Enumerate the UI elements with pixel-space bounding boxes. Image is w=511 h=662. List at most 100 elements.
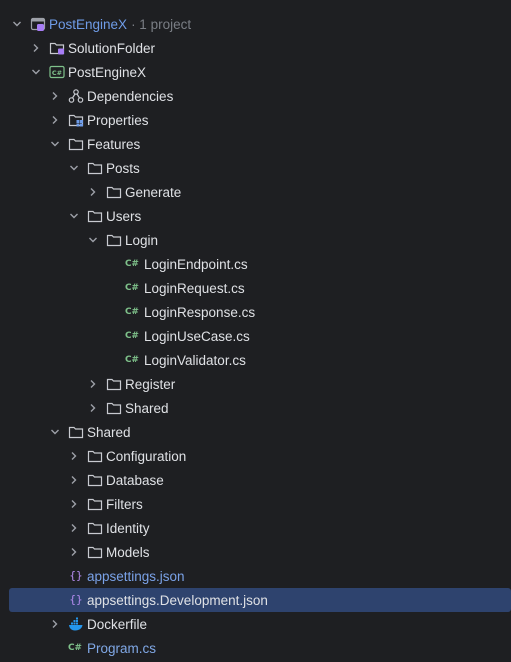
tree-row-appsettings[interactable]: {} appsettings.json [0,564,511,588]
folder-icon [87,450,103,463]
tree-row-register[interactable]: Register [0,372,511,396]
tree-item-label: Shared [125,400,169,416]
folder-icon [106,402,122,415]
tree-row-file[interactable]: C# LoginEndpoint.cs [0,252,511,276]
chevron-down-icon[interactable] [30,66,42,78]
json-file-icon: {} [69,593,83,606]
solution-explorer-tree: PostEngineX · 1 project SolutionFolder C… [0,0,511,662]
tree-item-label: Shared [87,424,131,440]
chevron-down-icon[interactable] [68,162,80,174]
tree-item-label: Program.cs [87,640,157,656]
tree-item-label: Filters [106,496,143,512]
tree-item-label: Properties [87,112,149,128]
solution-folder-icon [49,42,65,55]
tree-row-users-shared[interactable]: Shared [0,396,511,420]
svg-text:C#: C# [52,69,62,77]
chevron-down-icon[interactable] [49,426,61,438]
tree-item-label: Posts [106,160,140,176]
folder-icon [106,378,122,391]
tree-row-appsettings-development[interactable]: {} appsettings.Development.json [9,588,511,612]
chevron-down-icon[interactable] [68,210,80,222]
tree-row-login[interactable]: Login [0,228,511,252]
tree-row-file[interactable]: C# LoginValidator.cs [0,348,511,372]
chevron-right-icon[interactable] [49,618,61,630]
chevron-right-icon[interactable] [87,378,99,390]
tree-row-program[interactable]: C# Program.cs [0,636,511,660]
chevron-right-icon[interactable] [68,474,80,486]
tree-row-models[interactable]: Models [0,540,511,564]
folder-icon [87,474,103,487]
csharp-file-icon: C# [68,643,82,653]
chevron-down-icon[interactable] [49,138,61,150]
chevron-right-icon[interactable] [68,522,80,534]
tree-item-label: Dockerfile [87,616,148,632]
chevron-right-icon[interactable] [68,498,80,510]
tree-row-file[interactable]: C# LoginRequest.cs [0,276,511,300]
tree-row-file[interactable]: C# LoginUseCase.cs [0,324,511,348]
tree-row-users[interactable]: Users [0,204,511,228]
tree-row-filters[interactable]: Filters [0,492,511,516]
tree-row-generate[interactable]: Generate [0,180,511,204]
folder-icon [106,186,122,199]
folder-icon [68,138,84,151]
tree-item-label: Dependencies [87,88,174,104]
properties-folder-icon [68,114,84,127]
tree-row-configuration[interactable]: Configuration [0,444,511,468]
csharp-file-icon: C# [125,355,139,365]
tree-item-label: LoginEndpoint.cs [144,256,248,272]
chevron-right-icon[interactable] [68,450,80,462]
tree-item-label: SolutionFolder [68,40,156,56]
chevron-down-icon[interactable] [87,234,99,246]
tree-row-shared[interactable]: Shared [0,420,511,444]
folder-icon [87,162,103,175]
tree-item-label: LoginValidator.cs [144,352,246,368]
project-count-label: · 1 project [131,16,192,32]
tree-row-properties[interactable]: Properties [0,108,511,132]
tree-item-label: appsettings.Development.json [87,592,268,608]
chevron-right-icon[interactable] [87,186,99,198]
tree-item-label: Login [125,232,159,248]
chevron-down-icon[interactable] [11,18,23,30]
csharp-project-icon: C# [49,65,65,79]
tree-item-label: Configuration [106,448,187,464]
chevron-right-icon[interactable] [68,546,80,558]
chevron-right-icon[interactable] [49,114,61,126]
folder-icon [68,426,84,439]
tree-item-label: Users [106,208,142,224]
solution-name: PostEngineX [49,16,128,32]
docker-icon [69,617,83,631]
tree-row-database[interactable]: Database [0,468,511,492]
tree-row-dependencies[interactable]: Dependencies [0,84,511,108]
tree-item-label: appsettings.json [87,568,185,584]
tree-row-solution-folder[interactable]: SolutionFolder [0,36,511,60]
tree-row-identity[interactable]: Identity [0,516,511,540]
chevron-right-icon[interactable] [49,90,61,102]
tree-item-label: Register [125,376,176,392]
tree-item-label: PostEngineX [68,64,147,80]
csharp-file-icon: C# [125,283,139,293]
folder-icon [87,498,103,511]
folder-icon [106,234,122,247]
tree-item-label: LoginRequest.cs [144,280,245,296]
dependencies-icon [68,89,84,103]
tree-row-features[interactable]: Features [0,132,511,156]
chevron-right-icon[interactable] [87,402,99,414]
tree-item-label: Features [87,136,141,152]
folder-icon [87,546,103,559]
tree-item-label: Models [106,544,150,560]
tree-row-file[interactable]: C# LoginResponse.cs [0,300,511,324]
chevron-right-icon[interactable] [30,42,42,54]
csharp-file-icon: C# [125,259,139,269]
tree-item-label: Database [106,472,164,488]
csharp-file-icon: C# [125,307,139,317]
tree-row-solution-root[interactable]: PostEngineX · 1 project [0,12,511,36]
tree-item-label: LoginResponse.cs [144,304,256,320]
folder-icon [87,522,103,535]
tree-row-posts[interactable]: Posts [0,156,511,180]
tree-row-dockerfile[interactable]: Dockerfile [0,612,511,636]
folder-icon [87,210,103,223]
tree-row-project[interactable]: C# PostEngineX [0,60,511,84]
json-file-icon: {} [69,569,83,582]
tree-item-label: Generate [125,184,182,200]
tree-item-label: Identity [106,520,150,536]
